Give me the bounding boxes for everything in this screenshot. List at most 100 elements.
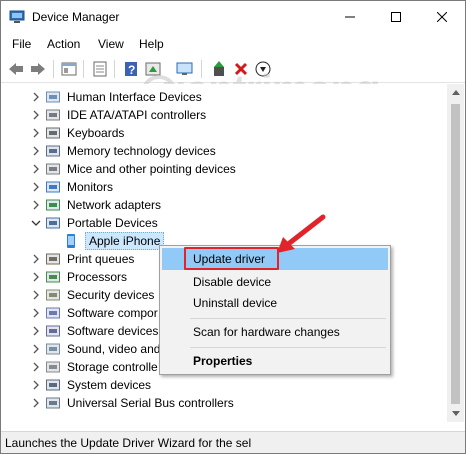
back-icon bbox=[9, 63, 23, 75]
help-button[interactable]: ? bbox=[121, 59, 141, 79]
context-properties-label: Properties bbox=[193, 354, 253, 368]
tree-item-label: Software compor bbox=[67, 306, 158, 320]
chevron-right-icon[interactable] bbox=[31, 308, 41, 318]
tree-category-row[interactable]: Network adapters bbox=[1, 196, 441, 214]
chevron-right-icon[interactable] bbox=[31, 110, 41, 120]
tree-category-row[interactable]: Mice and other pointing devices bbox=[1, 160, 441, 178]
device-category-icon bbox=[46, 199, 60, 211]
tree-item-label: Universal Serial Bus controllers bbox=[67, 396, 234, 410]
chevron-right-icon[interactable] bbox=[31, 326, 41, 336]
context-scan-hardware[interactable]: Scan for hardware changes bbox=[162, 321, 388, 343]
device-category-icon bbox=[46, 361, 60, 373]
tree-category-row[interactable]: Universal Serial Bus controllers bbox=[1, 394, 441, 412]
tree-item-label: Software devices bbox=[67, 324, 159, 338]
scrollbar-thumb[interactable] bbox=[451, 104, 460, 404]
tree-item-label: Mice and other pointing devices bbox=[67, 162, 236, 176]
tree-item-label: Keyboards bbox=[67, 126, 125, 140]
chevron-right-icon[interactable] bbox=[31, 92, 41, 102]
chevron-down-icon bbox=[451, 411, 460, 416]
device-category-icon bbox=[46, 91, 60, 103]
device-manager-window: Device Manager File Action View Help ? H… bbox=[0, 0, 466, 454]
device-category-icon bbox=[46, 163, 60, 175]
device-category-icon bbox=[46, 271, 60, 283]
chevron-right-icon[interactable] bbox=[31, 254, 41, 264]
tree-item-label: Security devices bbox=[67, 288, 155, 302]
tree-item-label: Portable Devices bbox=[67, 216, 158, 230]
device-category-icon bbox=[46, 181, 60, 193]
chevron-right-icon[interactable] bbox=[31, 380, 41, 390]
vertical-scrollbar[interactable] bbox=[447, 84, 464, 422]
minimize-icon bbox=[345, 16, 355, 18]
chevron-right-icon[interactable] bbox=[31, 344, 41, 354]
scroll-up-button[interactable] bbox=[447, 84, 464, 101]
context-disable-device-label: Disable device bbox=[193, 275, 272, 289]
tree-item-label: Apple iPhone bbox=[85, 232, 165, 250]
properties-icon bbox=[93, 61, 107, 77]
window-title: Device Manager bbox=[32, 10, 120, 24]
context-scan-hardware-label: Scan for hardware changes bbox=[193, 325, 340, 339]
console-tree-button[interactable] bbox=[59, 59, 79, 79]
properties-button[interactable] bbox=[90, 59, 110, 79]
maximize-button[interactable] bbox=[373, 1, 419, 33]
status-text: Launches the Update Driver Wizard for th… bbox=[5, 436, 252, 450]
svg-text:?: ? bbox=[128, 63, 135, 77]
context-disable-device[interactable]: Disable device bbox=[162, 271, 388, 293]
device-category-icon bbox=[46, 343, 60, 355]
annotation-arrow-icon bbox=[277, 214, 326, 253]
tree-item-label: Memory technology devices bbox=[67, 144, 216, 158]
chevron-right-icon[interactable] bbox=[31, 182, 41, 192]
chevron-right-icon[interactable] bbox=[31, 200, 41, 210]
menu-help[interactable]: Help bbox=[139, 37, 164, 51]
toolbar-separator bbox=[114, 60, 115, 78]
chevron-right-icon[interactable] bbox=[31, 128, 41, 138]
phone-icon bbox=[67, 234, 75, 248]
back-button[interactable] bbox=[6, 59, 26, 79]
tree-category-row[interactable]: System devices bbox=[1, 376, 441, 394]
tree-category-row[interactable]: Human Interface Devices bbox=[1, 88, 441, 106]
chevron-up-icon bbox=[451, 90, 460, 95]
device-category-icon bbox=[46, 397, 60, 409]
tree-category-row[interactable]: Portable Devices bbox=[1, 214, 441, 232]
device-category-icon bbox=[46, 145, 60, 157]
context-properties[interactable]: Properties bbox=[162, 350, 388, 372]
scroll-down-button[interactable] bbox=[447, 405, 464, 422]
minimize-button[interactable] bbox=[327, 1, 373, 33]
tree-category-row[interactable]: Monitors bbox=[1, 178, 441, 196]
device-category-icon bbox=[46, 253, 60, 265]
forward-button[interactable] bbox=[28, 59, 48, 79]
help-icon: ? bbox=[125, 62, 137, 77]
show-hide-console-tree-icon bbox=[61, 62, 77, 76]
menu-view[interactable]: View bbox=[98, 37, 124, 51]
tree-item-label: Human Interface Devices bbox=[67, 90, 202, 104]
close-button[interactable] bbox=[419, 1, 465, 33]
tree-item-label: IDE ATA/ATAPI controllers bbox=[67, 108, 207, 122]
chevron-right-icon[interactable] bbox=[31, 146, 41, 156]
context-separator bbox=[190, 347, 386, 348]
tree-item-label: Print queues bbox=[67, 252, 135, 266]
chevron-right-icon[interactable] bbox=[31, 290, 41, 300]
chevron-right-icon[interactable] bbox=[31, 164, 41, 174]
tree-item-label: System devices bbox=[67, 378, 152, 392]
context-separator bbox=[190, 318, 386, 319]
maximize-icon bbox=[391, 12, 401, 22]
chevron-right-icon[interactable] bbox=[31, 398, 41, 408]
annotation-highlight-box bbox=[184, 247, 279, 270]
tree-item-label: Sound, video and bbox=[67, 342, 161, 356]
device-category-icon bbox=[46, 217, 60, 229]
menu-file[interactable]: File bbox=[12, 37, 31, 51]
menu-bar: File Action View Help bbox=[1, 33, 465, 55]
device-category-icon bbox=[46, 379, 60, 391]
device-category-icon bbox=[46, 325, 60, 337]
chevron-right-icon[interactable] bbox=[31, 272, 41, 282]
toolbar-separator bbox=[53, 60, 54, 78]
context-uninstall-device[interactable]: Uninstall device bbox=[162, 292, 388, 314]
toolbar-separator bbox=[83, 60, 84, 78]
chevron-down-icon[interactable] bbox=[31, 218, 41, 228]
close-icon bbox=[437, 12, 447, 22]
chevron-right-icon[interactable] bbox=[31, 362, 41, 372]
tree-category-row[interactable]: IDE ATA/ATAPI controllers bbox=[1, 106, 441, 124]
status-bar: Launches the Update Driver Wizard for th… bbox=[1, 431, 465, 453]
menu-action[interactable]: Action bbox=[47, 37, 80, 51]
tree-category-row[interactable]: Memory technology devices bbox=[1, 142, 441, 160]
tree-category-row[interactable]: Keyboards bbox=[1, 124, 441, 142]
